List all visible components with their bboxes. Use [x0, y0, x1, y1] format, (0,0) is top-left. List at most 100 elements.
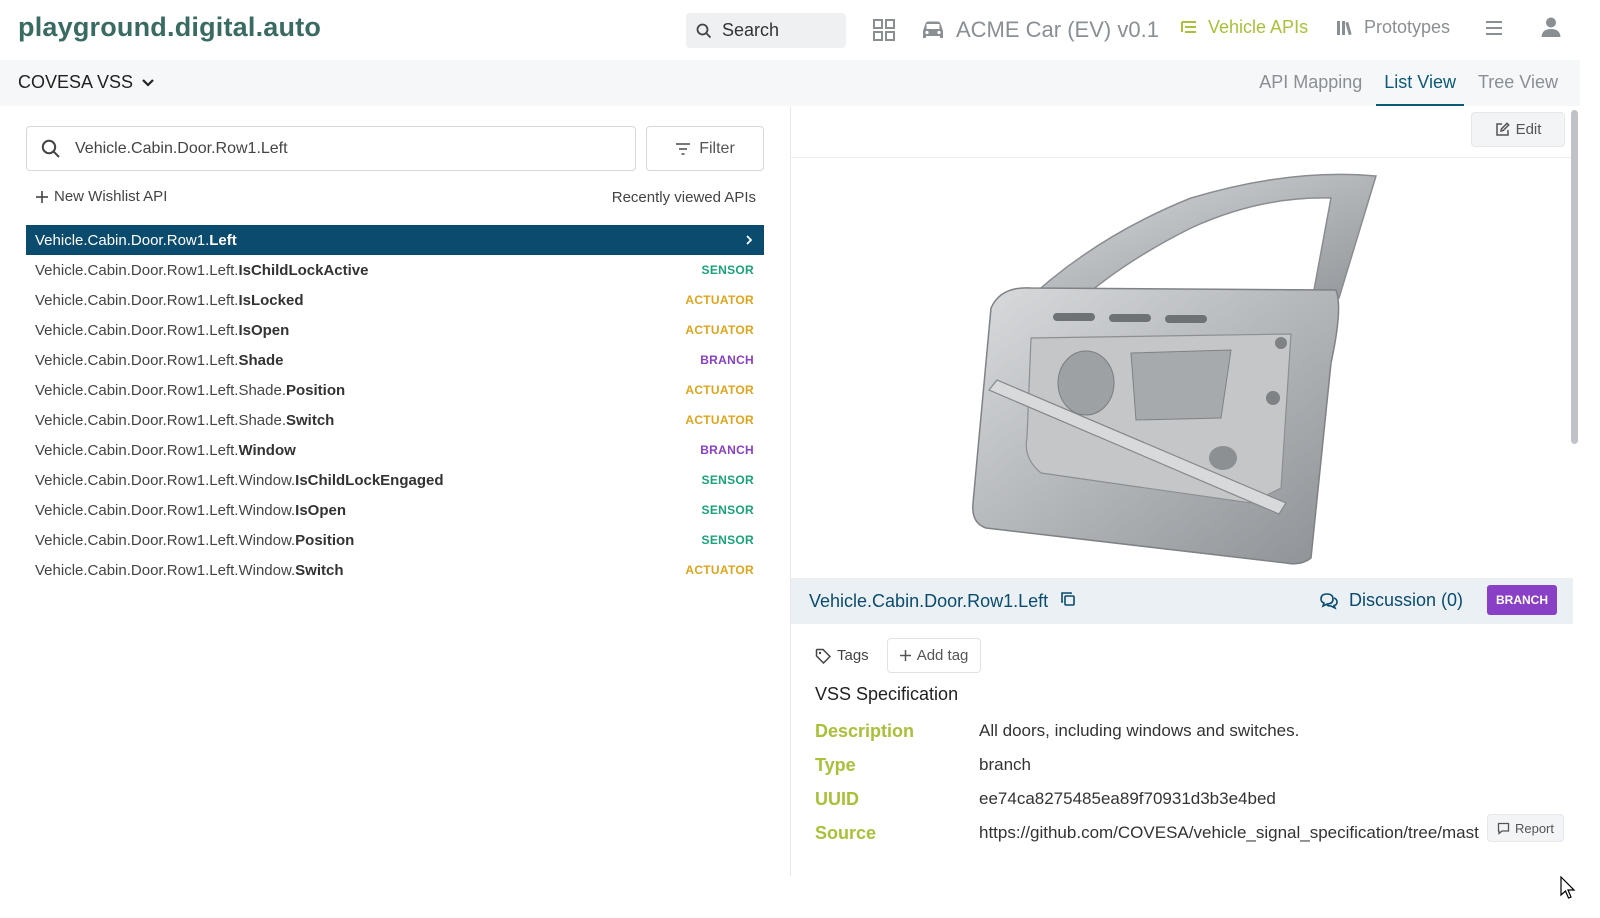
api-row[interactable]: Vehicle.Cabin.Door.Row1.Left.IsLocked ACT…	[26, 285, 764, 315]
spec-selector[interactable]: COVESA VSS	[18, 72, 155, 93]
nav-prototypes-label: Prototypes	[1364, 17, 1451, 37]
tags-label-text: Tags	[837, 647, 869, 664]
spec-selector-label: COVESA VSS	[18, 72, 134, 92]
api-row-leaf: Window	[238, 441, 296, 459]
api-row-name: Vehicle.Cabin.Door.Row1.Left.Shade	[35, 352, 283, 369]
list-tree-icon	[1181, 20, 1196, 33]
mouse-cursor	[1560, 875, 1576, 905]
api-detail-name: Vehicle.Cabin.Door.Row1.Left	[809, 590, 1049, 611]
api-type-tag: ACTUATOR	[685, 323, 754, 337]
api-row-prefix: Vehicle.Cabin.Door.Row1.Left.	[35, 261, 239, 279]
app-logo[interactable]: playground.digital.auto	[18, 12, 321, 43]
tab-api-mapping[interactable]: API Mapping	[1251, 60, 1370, 106]
api-row[interactable]: Vehicle.Cabin.Door.Row1.Left.Window.IsOp…	[26, 495, 764, 525]
api-row[interactable]: Vehicle.Cabin.Door.Row1.Left.Window.IsCh…	[26, 465, 764, 495]
search-label: Search	[722, 20, 780, 40]
api-row-prefix: Vehicle.Cabin.Door.Row1.Left.Shade.	[35, 411, 286, 429]
api-illustration	[791, 158, 1573, 578]
tab-tree-view[interactable]: Tree View	[1470, 60, 1566, 106]
search-icon	[696, 23, 712, 38]
nav-prototypes[interactable]: Prototypes	[1336, 17, 1450, 38]
spec-value: All doors, including windows and switche…	[979, 721, 1300, 740]
api-row[interactable]: Vehicle.Cabin.Door.Row1.Left.Window BRANC…	[26, 435, 764, 465]
api-detail-header: Vehicle.Cabin.Door.Row1.Left Discussion …	[791, 578, 1573, 624]
api-type-tag: SENSOR	[701, 473, 754, 487]
spec-row-uuid: UUID ee74ca8275485ea89f70931d3b3e4bed	[815, 782, 1555, 816]
api-type-badge: BRANCH	[1487, 585, 1557, 615]
api-row[interactable]: Vehicle.Cabin.Door.Row1.Left.Window.Posi…	[26, 525, 764, 555]
api-row-name: Vehicle.Cabin.Door.Row1.Left.IsOpen	[35, 322, 289, 339]
nav-vehicle-apis-label: Vehicle APIs	[1208, 17, 1309, 37]
chevron-down-icon	[142, 78, 154, 87]
edit-label: Edit	[1515, 121, 1542, 138]
api-type-tag: ACTUATOR	[685, 383, 754, 397]
api-search-input[interactable]: Vehicle.Cabin.Door.Row1.Left	[26, 126, 636, 171]
api-row-selected[interactable]: Vehicle.Cabin.Door.Row1.Left	[26, 225, 764, 255]
detail-scrollbar[interactable]	[1571, 110, 1578, 444]
spec-value: ee74ca8275485ea89f70931d3b3e4bed	[979, 789, 1276, 808]
api-row-name: Vehicle.Cabin.Door.Row1.Left.Window.Swit…	[35, 562, 344, 579]
report-button[interactable]: Report	[1486, 814, 1564, 842]
view-tabs: API Mapping List View Tree View	[1245, 60, 1566, 106]
copy-button[interactable]	[1060, 591, 1076, 612]
library-icon	[1337, 20, 1352, 35]
api-row[interactable]: Vehicle.Cabin.Door.Row1.Left.Window.Swit…	[26, 555, 764, 585]
tags-row: Tags Add tag	[815, 638, 982, 673]
chat-icon	[1320, 592, 1338, 610]
add-tag-label: Add tag	[916, 647, 969, 664]
filter-button[interactable]: Filter	[646, 126, 764, 171]
discussion-label: Discussion (0)	[1349, 590, 1464, 610]
api-row[interactable]: Vehicle.Cabin.Door.Row1.Left.Shade.Switc…	[26, 405, 764, 435]
global-search-button[interactable]: Search	[686, 13, 846, 48]
api-row-name: Vehicle.Cabin.Door.Row1.Left.IsChildLock…	[35, 262, 369, 279]
car-door-image	[972, 173, 1377, 565]
menu-button[interactable]	[1484, 18, 1504, 43]
copy-icon	[1061, 591, 1075, 606]
api-row-prefix: Vehicle.Cabin.Door.Row1.Left.	[35, 441, 239, 459]
tag-icon	[815, 648, 831, 664]
api-row-leaf: IsOpen	[238, 321, 290, 339]
tags-label: Tags	[815, 647, 869, 664]
nav-vehicle-apis[interactable]: Vehicle APIs	[1180, 17, 1308, 38]
api-row[interactable]: Vehicle.Cabin.Door.Row1.Left.IsChildLock…	[26, 255, 764, 285]
add-tag-button[interactable]: Add tag	[886, 638, 982, 673]
detail-toolbar: Edit	[791, 106, 1573, 158]
search-icon	[41, 139, 60, 158]
api-row-prefix: Vehicle.Cabin.Door.Row1.Left.	[35, 291, 239, 309]
car-icon	[923, 21, 943, 38]
api-row-leaf: Position	[286, 381, 346, 399]
hamburger-icon	[1486, 21, 1502, 35]
api-type-tag: ACTUATOR	[685, 413, 754, 427]
filter-icon	[676, 142, 691, 155]
api-type-tag: BRANCH	[700, 353, 754, 367]
apps-grid-button[interactable]	[872, 18, 896, 42]
tab-list-view[interactable]: List View	[1376, 60, 1464, 106]
sub-navbar: COVESA VSS API Mapping List View Tree Vi…	[0, 60, 1580, 106]
api-type-tag: BRANCH	[700, 443, 754, 457]
api-row-leaf: Left	[209, 231, 237, 249]
api-row-leaf: Switch	[286, 411, 335, 429]
api-row-leaf: IsLocked	[238, 291, 304, 309]
top-navbar: playground.digital.auto Search ACME Car …	[0, 0, 1600, 60]
api-row-name: Vehicle.Cabin.Door.Row1.Left.Window.Posi…	[35, 532, 354, 549]
edit-button[interactable]: Edit	[1471, 112, 1565, 147]
spec-key: Description	[815, 720, 915, 741]
spec-source-link[interactable]: https://github.com/COVESA/vehicle_signal…	[979, 823, 1479, 843]
api-type-tag: ACTUATOR	[685, 293, 754, 307]
chevron-right-icon	[746, 235, 753, 245]
api-row-leaf: IsOpen	[295, 501, 347, 519]
new-wishlist-api-button[interactable]: New Wishlist API	[36, 188, 167, 205]
user-account-button[interactable]	[1540, 16, 1562, 43]
discussion-button[interactable]: Discussion (0)	[1319, 590, 1463, 611]
grid-icon	[873, 19, 895, 41]
api-row[interactable]: Vehicle.Cabin.Door.Row1.Left.IsOpen ACTUA…	[26, 315, 764, 345]
spec-key: UUID	[815, 788, 859, 809]
edit-icon	[1495, 122, 1510, 136]
api-list: Vehicle.Cabin.Door.Row1.Left Vehicle.Cabi…	[26, 225, 764, 585]
api-row[interactable]: Vehicle.Cabin.Door.Row1.Left.Shade BRANCH	[26, 345, 764, 375]
car-model-selector[interactable]: ACME Car (EV) v0.1	[920, 15, 1159, 45]
new-wishlist-api-label: New Wishlist API	[54, 188, 168, 205]
api-search-value: Vehicle.Cabin.Door.Row1.Left	[75, 139, 288, 157]
recently-viewed-apis-link[interactable]: Recently viewed APIs	[612, 189, 756, 206]
api-row[interactable]: Vehicle.Cabin.Door.Row1.Left.Shade.Posit…	[26, 375, 764, 405]
